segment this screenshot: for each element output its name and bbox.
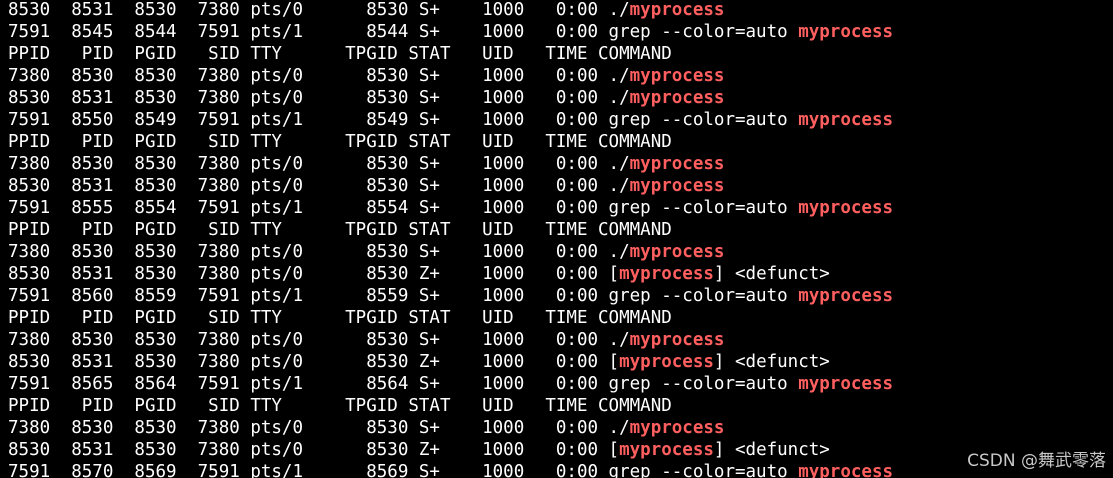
terminal-line: 7591 8570 8569 7591 pts/1 8569 S+ 1000 0… (8, 461, 893, 478)
line-text: ] <defunct> (713, 264, 830, 284)
highlighted-match: myprocess (619, 352, 714, 372)
line-text: 7591 8550 8549 7591 pts/1 8549 S+ 1000 0… (8, 110, 799, 130)
terminal-line: 7591 8560 8559 7591 pts/1 8559 S+ 1000 0… (8, 285, 893, 307)
terminal-line: 7380 8530 8530 7380 pts/0 8530 S+ 1000 0… (8, 329, 893, 351)
line-text: 7380 8530 8530 7380 pts/0 8530 S+ 1000 0… (8, 154, 630, 174)
highlighted-match: myprocess (798, 22, 894, 42)
highlighted-match: myprocess (798, 462, 894, 478)
highlighted-match: myprocess (629, 418, 725, 438)
terminal-line: 7591 8555 8554 7591 pts/1 8554 S+ 1000 0… (8, 197, 893, 219)
line-text: 8530 8531 8530 7380 pts/0 8530 S+ 1000 0… (8, 176, 630, 196)
terminal-line: 7591 8565 8564 7591 pts/1 8564 S+ 1000 0… (8, 373, 893, 395)
line-text: 7591 8565 8564 7591 pts/1 8564 S+ 1000 0… (8, 374, 799, 394)
terminal-line: 7591 8550 8549 7591 pts/1 8549 S+ 1000 0… (8, 109, 893, 131)
terminal-line: 7380 8530 8530 7380 pts/0 8530 S+ 1000 0… (8, 241, 893, 263)
terminal-line: 8530 8531 8530 7380 pts/0 8530 S+ 1000 0… (8, 87, 893, 109)
highlighted-match: myprocess (629, 88, 725, 108)
terminal-line: PPID PID PGID SID TTY TPGID STAT UID TIM… (8, 395, 893, 417)
line-text: 8530 8531 8530 7380 pts/0 8530 S+ 1000 0… (8, 88, 630, 108)
line-text: PPID PID PGID SID TTY TPGID STAT UID TIM… (8, 132, 672, 152)
terminal-line: PPID PID PGID SID TTY TPGID STAT UID TIM… (8, 131, 893, 153)
terminal-line: PPID PID PGID SID TTY TPGID STAT UID TIM… (8, 219, 893, 241)
line-text: 7380 8530 8530 7380 pts/0 8530 S+ 1000 0… (8, 330, 630, 350)
terminal-window[interactable]: 8530 8531 8530 7380 pts/0 8530 S+ 1000 0… (0, 0, 1113, 478)
line-text: 7591 8560 8559 7591 pts/1 8559 S+ 1000 0… (8, 286, 799, 306)
terminal-line: 7591 8545 8544 7591 pts/1 8544 S+ 1000 0… (8, 21, 893, 43)
line-text: ] <defunct> (713, 440, 830, 460)
terminal-line: 7380 8530 8530 7380 pts/0 8530 S+ 1000 0… (8, 65, 893, 87)
line-text: PPID PID PGID SID TTY TPGID STAT UID TIM… (8, 220, 672, 240)
terminal-line: 8530 8531 8530 7380 pts/0 8530 Z+ 1000 0… (8, 439, 893, 461)
line-text: PPID PID PGID SID TTY TPGID STAT UID TIM… (8, 44, 672, 64)
line-text: PPID PID PGID SID TTY TPGID STAT UID TIM… (8, 308, 672, 328)
terminal-line: 8530 8531 8530 7380 pts/0 8530 Z+ 1000 0… (8, 351, 893, 373)
highlighted-match: myprocess (619, 440, 714, 460)
line-text: 8530 8531 8530 7380 pts/0 8530 S+ 1000 0… (8, 0, 630, 20)
highlighted-match: myprocess (798, 374, 894, 394)
highlighted-match: myprocess (629, 66, 725, 86)
line-text: 7591 8570 8569 7591 pts/1 8569 S+ 1000 0… (8, 462, 799, 478)
terminal-line: 7380 8530 8530 7380 pts/0 8530 S+ 1000 0… (8, 417, 893, 439)
highlighted-match: myprocess (798, 110, 894, 130)
highlighted-match: myprocess (629, 242, 725, 262)
terminal-line: 8530 8531 8530 7380 pts/0 8530 S+ 1000 0… (8, 0, 893, 21)
terminal-line: 7380 8530 8530 7380 pts/0 8530 S+ 1000 0… (8, 153, 893, 175)
highlighted-match: myprocess (619, 264, 714, 284)
highlighted-match: myprocess (629, 176, 725, 196)
line-text: 7591 8555 8554 7591 pts/1 8554 S+ 1000 0… (8, 198, 799, 218)
terminal-line: PPID PID PGID SID TTY TPGID STAT UID TIM… (8, 307, 893, 329)
line-text: 8530 8531 8530 7380 pts/0 8530 Z+ 1000 0… (8, 352, 620, 372)
highlighted-match: myprocess (798, 198, 894, 218)
line-text: 8530 8531 8530 7380 pts/0 8530 Z+ 1000 0… (8, 440, 620, 460)
line-text: 7380 8530 8530 7380 pts/0 8530 S+ 1000 0… (8, 66, 630, 86)
line-text: 7380 8530 8530 7380 pts/0 8530 S+ 1000 0… (8, 242, 630, 262)
highlighted-match: myprocess (629, 330, 725, 350)
watermark: CSDN @舞武零落 (965, 446, 1108, 471)
line-text: 7591 8545 8544 7591 pts/1 8544 S+ 1000 0… (8, 22, 799, 42)
terminal-line: 8530 8531 8530 7380 pts/0 8530 S+ 1000 0… (8, 175, 893, 197)
terminal-output: 8530 8531 8530 7380 pts/0 8530 S+ 1000 0… (8, 0, 893, 478)
highlighted-match: myprocess (629, 154, 725, 174)
line-text: 8530 8531 8530 7380 pts/0 8530 Z+ 1000 0… (8, 264, 620, 284)
highlighted-match: myprocess (798, 286, 894, 306)
line-text: ] <defunct> (713, 352, 830, 372)
line-text: PPID PID PGID SID TTY TPGID STAT UID TIM… (8, 396, 672, 416)
highlighted-match: myprocess (629, 0, 725, 20)
line-text: 7380 8530 8530 7380 pts/0 8530 S+ 1000 0… (8, 418, 630, 438)
terminal-line: 8530 8531 8530 7380 pts/0 8530 Z+ 1000 0… (8, 263, 893, 285)
terminal-line: PPID PID PGID SID TTY TPGID STAT UID TIM… (8, 43, 893, 65)
